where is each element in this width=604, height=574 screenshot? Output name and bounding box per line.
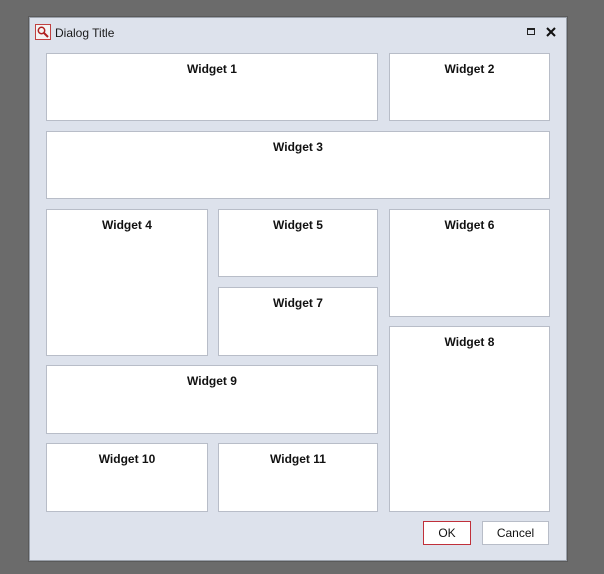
widget-8: Widget 8 [389,326,550,512]
widget-7: Widget 7 [218,287,378,356]
title-bar[interactable]: Dialog Title [30,18,566,48]
widget-6: Widget 6 [389,209,550,317]
widget-4-label: Widget 4 [102,218,152,232]
widget-3-label: Widget 3 [273,140,323,154]
widget-8-label: Widget 8 [444,335,495,349]
widget-10-label: Widget 10 [98,452,156,466]
widget-2-label: Widget 2 [444,62,495,76]
widget-2: Widget 2 [389,53,550,121]
magnifier-icon [35,24,51,40]
close-icon[interactable] [544,24,560,40]
widget-1: Widget 1 [46,53,378,121]
widget-11: Widget 11 [218,443,378,512]
cancel-button[interactable]: Cancel [482,521,549,545]
widget-9-label: Widget 9 [187,374,237,388]
widget-11-label: Widget 11 [270,452,326,466]
widget-4: Widget 4 [46,209,208,356]
dialog-window: Dialog Title Widget 1 Widget 2 Widget 3 … [29,17,567,561]
widget-6-label: Widget 6 [444,218,495,232]
widget-3: Widget 3 [46,131,550,199]
widget-7-label: Widget 7 [273,296,323,310]
dialog-title: Dialog Title [55,26,115,40]
widget-9: Widget 9 [46,365,378,434]
widget-5-label: Widget 5 [273,218,323,232]
ok-button[interactable]: OK [423,521,471,545]
widget-10: Widget 10 [46,443,208,512]
widget-1-label: Widget 1 [187,62,237,76]
maximize-icon[interactable] [524,24,540,40]
widget-5: Widget 5 [218,209,378,277]
